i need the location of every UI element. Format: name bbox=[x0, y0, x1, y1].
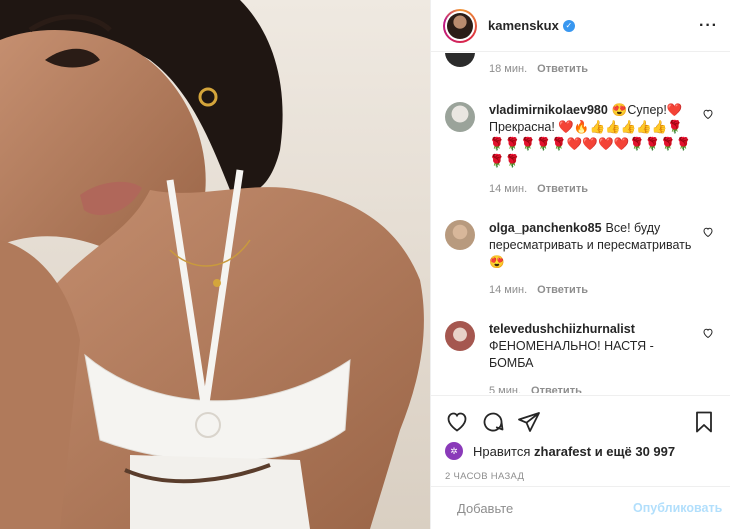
comment-time: 14 мин. bbox=[489, 284, 528, 296]
likes-summary: ✲ Нравится zharafest и ещё 30 997 bbox=[445, 442, 716, 460]
likes-count[interactable]: и ещё 30 997 bbox=[595, 444, 675, 459]
comment-time: 18 мин. bbox=[489, 63, 528, 75]
comment-item: olga_panchenko85 Все! буду пересматривать… bbox=[445, 220, 714, 299]
comment-text: ФЕНОМЕНАЛЬНО! НАСТЯ - БОМБА bbox=[489, 339, 654, 370]
comment-meta: 18 мин. Ответить bbox=[489, 61, 692, 78]
add-comment-bar: Опубликовать bbox=[431, 486, 730, 529]
post-photo[interactable] bbox=[0, 0, 430, 529]
like-comment-heart-icon[interactable] bbox=[702, 226, 714, 238]
comment-item: vladimirnikolaev980 😍Супер!❤️Прекрасна! ❤… bbox=[445, 102, 714, 198]
like-comment-heart-icon[interactable] bbox=[702, 327, 714, 339]
liker-username[interactable]: zharafest bbox=[534, 444, 591, 459]
post-sidebar: kamenskux ✓ ··· 18 мин. Ответить vladimir… bbox=[430, 0, 730, 529]
author-avatar[interactable] bbox=[443, 8, 477, 43]
post-actions: ✲ Нравится zharafest и ещё 30 997 2 ЧАСО… bbox=[431, 395, 730, 482]
like-comment-heart-icon[interactable] bbox=[702, 108, 714, 120]
post-header: kamenskux ✓ ··· bbox=[431, 0, 730, 52]
comment-time: 5 мин. bbox=[489, 385, 522, 393]
heart-icon[interactable] bbox=[445, 410, 469, 434]
comment-time: 14 мин. bbox=[489, 183, 528, 195]
post-timestamp[interactable]: 2 ЧАСОВ НАЗАД bbox=[445, 471, 716, 482]
comment-meta: 14 мин. Ответить bbox=[489, 181, 692, 198]
author-username[interactable]: kamenskux bbox=[488, 18, 559, 33]
commenter-avatar[interactable] bbox=[445, 102, 475, 132]
likes-prefix: Нравится bbox=[473, 443, 531, 459]
reply-button[interactable]: Ответить bbox=[537, 63, 588, 75]
more-options-icon[interactable]: ··· bbox=[699, 17, 718, 35]
commenter-avatar[interactable] bbox=[445, 53, 475, 67]
comment-icon[interactable] bbox=[481, 410, 505, 434]
commenter-username[interactable]: olga_panchenko85 bbox=[489, 221, 602, 235]
reply-button[interactable]: Ответить bbox=[537, 284, 588, 296]
commenter-username[interactable]: vladimirnikolaev980 bbox=[489, 103, 608, 117]
comments-list[interactable]: 18 мин. Ответить vladimirnikolaev980 😍Супе… bbox=[431, 53, 730, 393]
comment-meta: 5 мин. Ответить bbox=[489, 383, 692, 393]
verified-badge-icon: ✓ bbox=[562, 19, 575, 32]
reply-button[interactable]: Ответить bbox=[531, 385, 582, 393]
commenter-avatar[interactable] bbox=[445, 321, 475, 351]
share-icon[interactable] bbox=[517, 410, 541, 434]
publish-button[interactable]: Опубликовать bbox=[633, 501, 722, 515]
post-image bbox=[0, 0, 430, 529]
comment-item: 18 мин. Ответить bbox=[445, 53, 714, 78]
action-icons bbox=[445, 404, 716, 440]
reply-button[interactable]: Ответить bbox=[537, 183, 588, 195]
commenter-avatar[interactable] bbox=[445, 220, 475, 250]
bookmark-icon[interactable] bbox=[692, 410, 716, 434]
comment-item: televedushchiizhurnalist ФЕНОМЕНАЛЬНО! НА… bbox=[445, 321, 714, 393]
comment-meta: 14 мин. Ответить bbox=[489, 282, 692, 299]
commenter-username[interactable]: televedushchiizhurnalist bbox=[489, 322, 635, 336]
comment-input[interactable] bbox=[457, 500, 633, 516]
liker-avatar[interactable]: ✲ bbox=[445, 442, 463, 460]
